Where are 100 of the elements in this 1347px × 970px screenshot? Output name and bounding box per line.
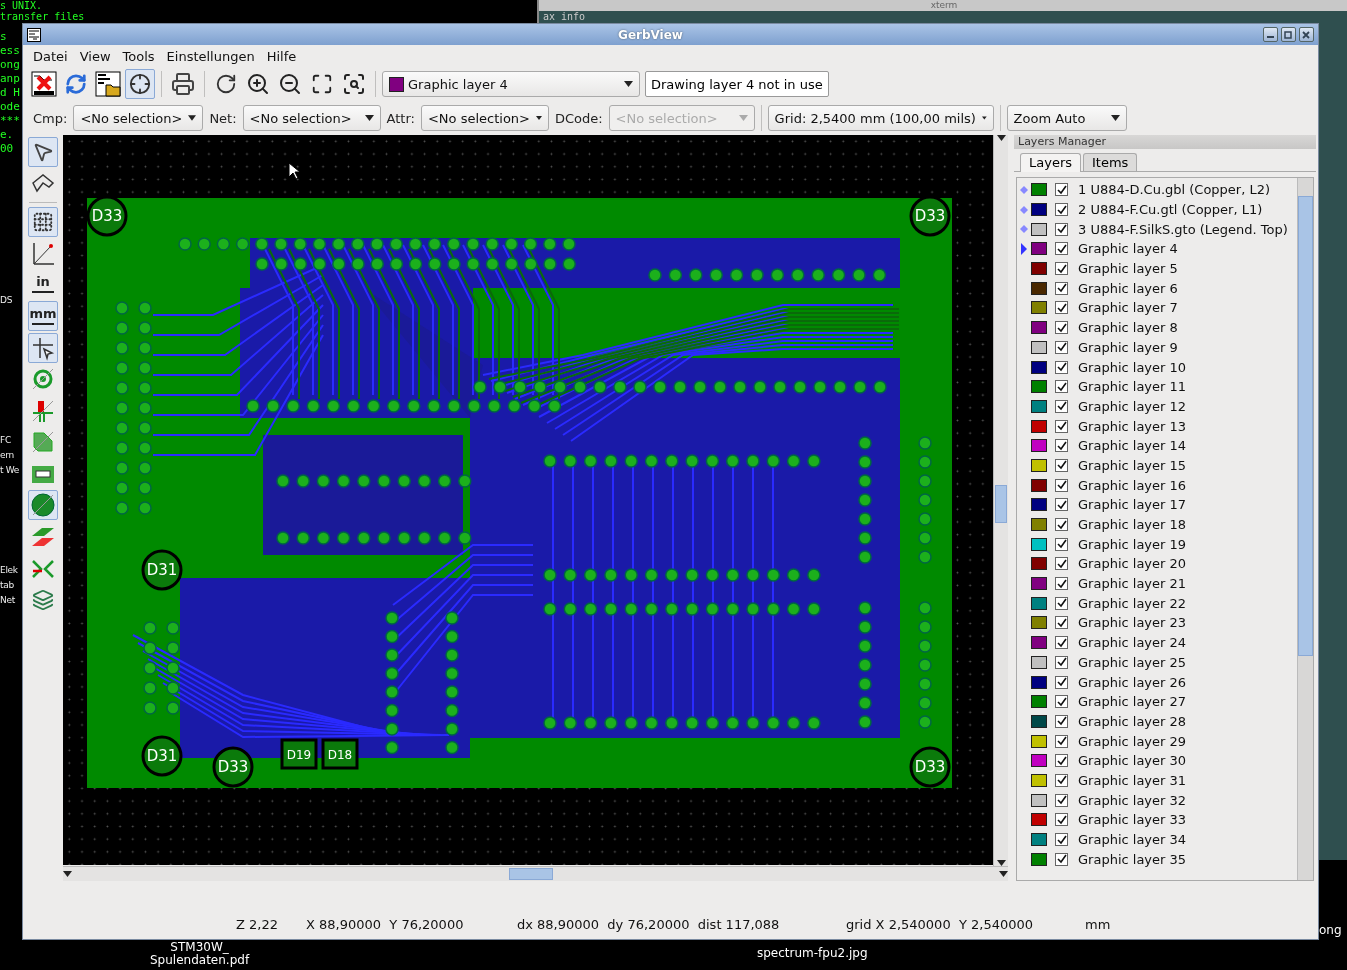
visibility-checkbox[interactable] — [1055, 419, 1068, 433]
layer-row[interactable]: Graphic layer 25 — [1017, 652, 1297, 673]
layer-row[interactable]: Graphic layer 24 — [1017, 632, 1297, 653]
horizontal-scrollbar[interactable] — [63, 866, 1008, 881]
visibility-checkbox[interactable] — [1055, 183, 1068, 197]
visibility-checkbox[interactable] — [1055, 360, 1068, 374]
visibility-checkbox[interactable] — [1055, 793, 1068, 807]
crosshair-button[interactable] — [125, 69, 155, 99]
layer-row[interactable]: Graphic layer 10 — [1017, 357, 1297, 377]
visibility-checkbox[interactable] — [1055, 852, 1068, 866]
layer-row[interactable]: Graphic layer 15 — [1017, 455, 1297, 476]
layer-row[interactable]: Graphic layer 22 — [1017, 593, 1297, 614]
layer-row[interactable]: Graphic layer 12 — [1017, 396, 1297, 417]
layer-row[interactable]: Graphic layer 21 — [1017, 573, 1297, 594]
menu-item[interactable]: Tools — [116, 48, 161, 64]
visibility-checkbox[interactable] — [1055, 301, 1068, 315]
layer-row[interactable]: Graphic layer 7 — [1017, 298, 1297, 318]
layer-row[interactable]: 2 U884-F.Cu.gtl (Copper, L1) — [1017, 199, 1297, 220]
visibility-checkbox[interactable] — [1055, 636, 1068, 650]
layer-row[interactable]: Graphic layer 18 — [1017, 514, 1297, 535]
layer-row[interactable]: Graphic layer 13 — [1017, 416, 1297, 436]
layer-row[interactable]: Graphic layer 28 — [1017, 711, 1297, 732]
layer-row[interactable]: Graphic layer 27 — [1017, 691, 1297, 712]
layer-row[interactable]: Graphic layer 14 — [1017, 435, 1297, 456]
layer-row[interactable]: Graphic layer 26 — [1017, 672, 1297, 692]
layer-row[interactable]: Graphic layer 35 — [1017, 849, 1297, 870]
vertical-scrollbar[interactable] — [993, 135, 1008, 866]
layer-row[interactable]: Graphic layer 34 — [1017, 829, 1297, 850]
minimize-button[interactable] — [1263, 27, 1278, 42]
scrollbar-thumb[interactable] — [509, 868, 553, 880]
layer-row[interactable]: Graphic layer 31 — [1017, 770, 1297, 791]
clear-layers-button[interactable] — [29, 69, 59, 99]
layer-row[interactable]: Graphic layer 4 — [1017, 239, 1297, 259]
visibility-checkbox[interactable] — [1055, 616, 1068, 630]
tool-button[interactable] — [28, 490, 58, 520]
visibility-checkbox[interactable] — [1055, 577, 1068, 591]
tool-button[interactable]: mm — [28, 301, 58, 331]
visibility-checkbox[interactable] — [1055, 498, 1068, 512]
layer-row[interactable]: Graphic layer 30 — [1017, 750, 1297, 771]
layer-row[interactable]: Graphic layer 33 — [1017, 810, 1297, 830]
visibility-checkbox[interactable] — [1055, 340, 1068, 354]
filter-dropdown[interactable]: <No selection> — [242, 105, 381, 131]
filter-dropdown[interactable]: <No selection> — [73, 105, 204, 131]
scrollbar-thumb[interactable] — [995, 485, 1007, 523]
layer-row[interactable]: Graphic layer 17 — [1017, 495, 1297, 515]
visibility-checkbox[interactable] — [1055, 399, 1068, 413]
tool-button[interactable]: in — [28, 269, 58, 300]
visibility-checkbox[interactable] — [1055, 675, 1068, 689]
visibility-checkbox[interactable] — [1055, 203, 1068, 217]
visibility-checkbox[interactable] — [1055, 813, 1068, 827]
layer-row[interactable]: Graphic layer 6 — [1017, 278, 1297, 299]
layer-row[interactable]: Graphic layer 32 — [1017, 790, 1297, 810]
filter-dropdown[interactable]: <No selection> — [420, 105, 549, 131]
layer-row[interactable]: Graphic layer 16 — [1017, 475, 1297, 495]
visibility-checkbox[interactable] — [1055, 262, 1068, 276]
layer-dropdown[interactable]: Graphic layer 4 — [382, 71, 640, 97]
visibility-checkbox[interactable] — [1055, 281, 1068, 295]
tool-button[interactable] — [28, 332, 58, 363]
visibility-checkbox[interactable] — [1055, 321, 1068, 335]
layers-scrollbar[interactable] — [1297, 178, 1313, 880]
visibility-checkbox[interactable] — [1055, 439, 1068, 453]
layer-row[interactable]: Graphic layer 8 — [1017, 317, 1297, 338]
visibility-checkbox[interactable] — [1055, 537, 1068, 551]
visibility-checkbox[interactable] — [1055, 714, 1068, 728]
tab[interactable]: Items — [1083, 153, 1138, 171]
visibility-checkbox[interactable] — [1055, 596, 1068, 610]
visibility-checkbox[interactable] — [1055, 655, 1068, 669]
menu-item[interactable]: View — [73, 48, 117, 64]
visibility-checkbox[interactable] — [1055, 754, 1068, 768]
open-files-button[interactable] — [93, 69, 123, 99]
visibility-checkbox[interactable] — [1055, 518, 1068, 532]
menu-item[interactable]: Datei — [27, 48, 74, 64]
menu-item[interactable]: Einstellungen — [160, 48, 261, 64]
close-button[interactable] — [1299, 27, 1314, 42]
visibility-checkbox[interactable] — [1055, 557, 1068, 571]
layer-row[interactable]: 1 U884-D.Cu.gbl (Copper, L2) — [1017, 180, 1297, 200]
menu-item[interactable]: Hilfe — [260, 48, 303, 64]
layer-row[interactable]: Graphic layer 5 — [1017, 258, 1297, 279]
visibility-checkbox[interactable] — [1055, 222, 1068, 236]
layer-row[interactable]: Graphic layer 19 — [1017, 534, 1297, 555]
visibility-checkbox[interactable] — [1055, 773, 1068, 787]
layer-row[interactable]: Graphic layer 20 — [1017, 554, 1297, 574]
visibility-checkbox[interactable] — [1055, 695, 1068, 709]
visibility-checkbox[interactable] — [1055, 478, 1068, 492]
visibility-checkbox[interactable] — [1055, 458, 1068, 472]
layer-row[interactable]: 3 U884-F.SilkS.gto (Legend. Top) — [1017, 219, 1297, 240]
visibility-checkbox[interactable] — [1055, 833, 1068, 847]
visibility-checkbox[interactable] — [1055, 380, 1068, 394]
maximize-button[interactable] — [1281, 27, 1296, 42]
visibility-checkbox[interactable] — [1055, 734, 1068, 748]
grid-dropdown[interactable]: Grid: 2,5400 mm (100,00 mils) — [767, 105, 994, 131]
zoom-dropdown[interactable]: Zoom Auto — [1006, 105, 1127, 131]
layer-row[interactable]: Graphic layer 23 — [1017, 613, 1297, 633]
layer-row[interactable]: Graphic layer 9 — [1017, 337, 1297, 358]
visibility-checkbox[interactable] — [1055, 242, 1068, 256]
layer-row[interactable]: Graphic layer 29 — [1017, 731, 1297, 751]
tab[interactable]: Layers — [1020, 153, 1082, 172]
layer-row[interactable]: Graphic layer 11 — [1017, 376, 1297, 397]
scrollbar-thumb[interactable] — [1298, 196, 1313, 656]
tool-button[interactable] — [28, 206, 58, 237]
